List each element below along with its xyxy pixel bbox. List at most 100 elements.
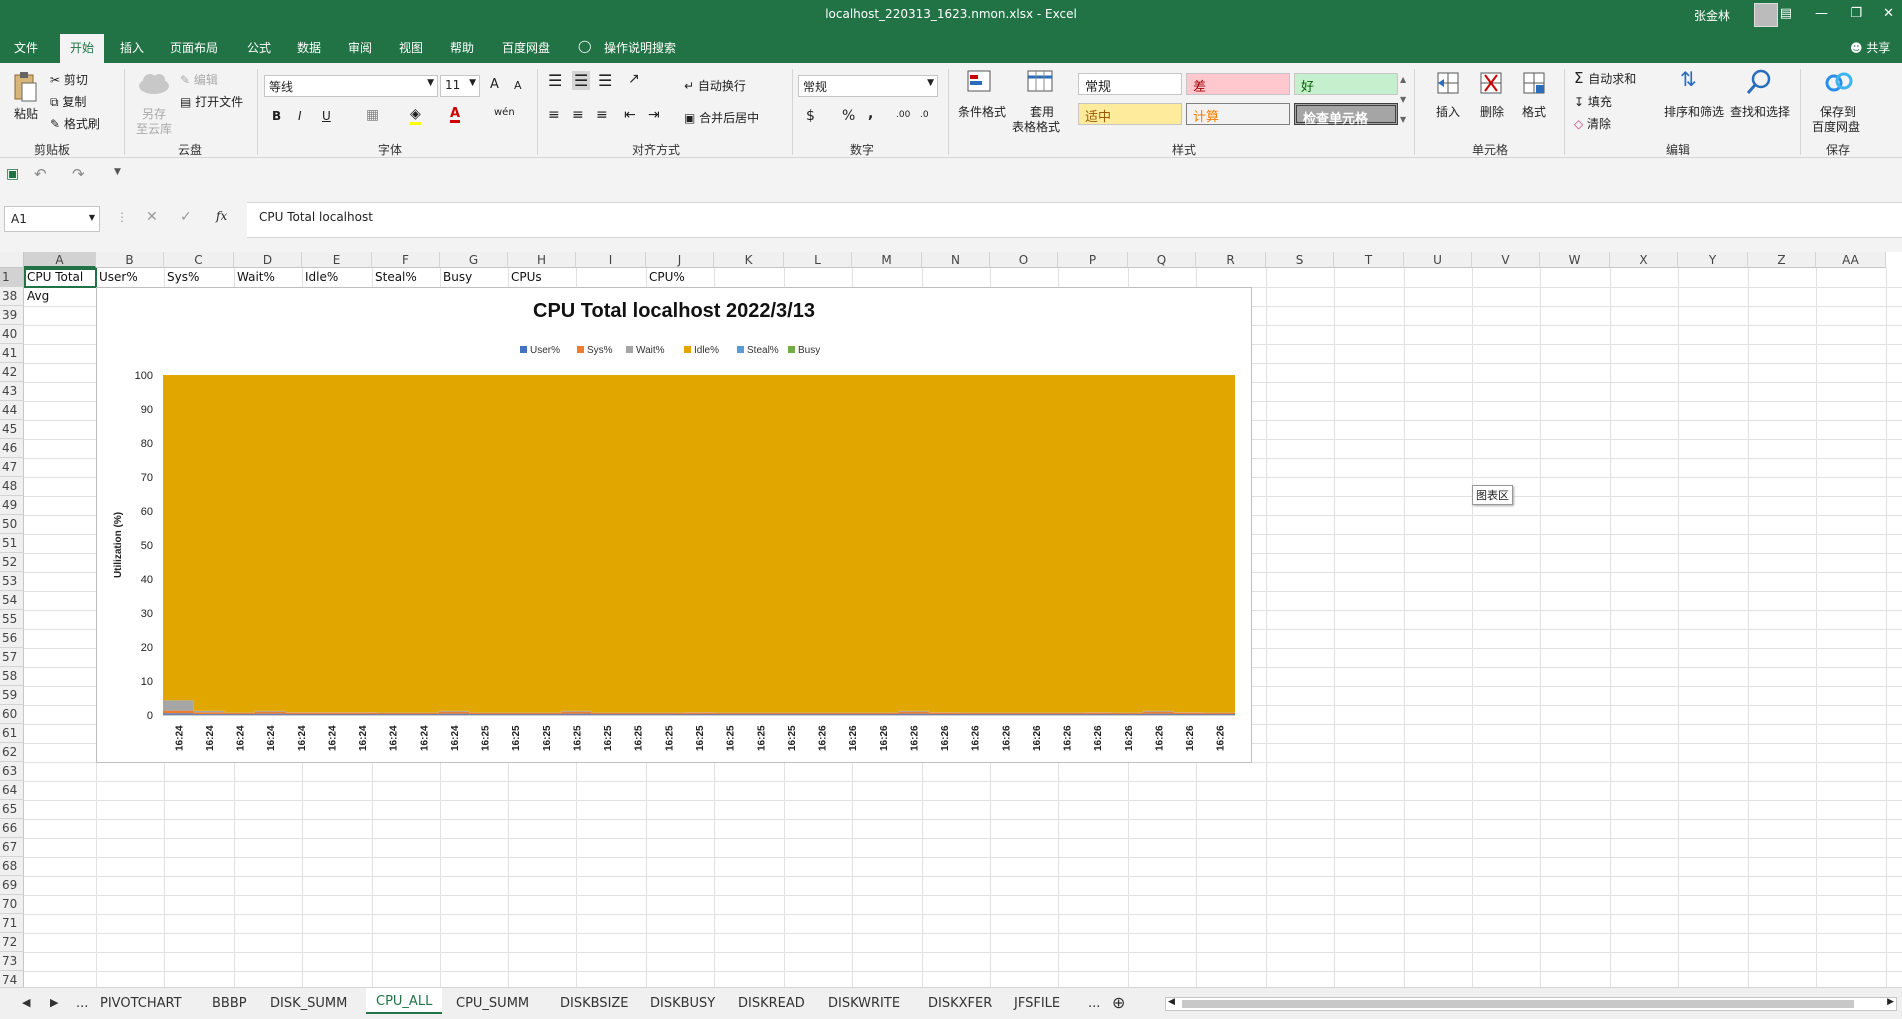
sheet-tab-diskbsize[interactable]: DISKBSIZE [560,996,629,1011]
sheet-tab-bbbp[interactable]: BBBP [212,996,247,1011]
decrease-indent-icon[interactable]: ⇤ [624,107,636,123]
autosum-button[interactable]: Σ 自动求和 [1574,69,1636,87]
delete-cells-icon[interactable] [1479,69,1505,99]
search-icon[interactable] [1744,67,1774,97]
sheet-tab-jfsfile[interactable]: JFSFILE [1014,996,1060,1011]
styles-scroll-up-icon[interactable]: ▲ [1400,75,1406,84]
conditional-format-icon[interactable] [966,69,996,97]
format-cells-button[interactable]: 格式 [1522,103,1546,120]
row-header[interactable]: 39 [0,306,24,325]
tab-baidu[interactable]: 百度网盘 [502,39,550,56]
format-cells-icon[interactable] [1522,69,1548,99]
currency-button[interactable]: $ [806,108,815,124]
row-header[interactable]: 61 [0,724,24,743]
row-header[interactable]: 54 [0,591,24,610]
save-icon[interactable]: ▣ [6,166,19,182]
user-name[interactable]: 张金林 [1694,7,1730,24]
font-name-select[interactable]: 等线 ▼ [264,75,438,97]
minimize-icon[interactable]: — [1815,6,1828,21]
row-header[interactable]: 63 [0,762,24,781]
border-icon[interactable]: ▦ [366,107,379,123]
column-header[interactable]: B [96,252,164,268]
row-header[interactable]: 38 [0,287,24,306]
cell[interactable]: Idle% [305,270,338,284]
table-format-label-2[interactable]: 表格格式 [1012,118,1060,135]
more-sheets-right[interactable]: ... [1088,996,1100,1011]
row-header[interactable]: 64 [0,781,24,800]
column-header[interactable]: S [1266,252,1334,268]
tab-review[interactable]: 审阅 [348,39,372,56]
font-size-select[interactable]: 11 ▼ [440,75,480,97]
insert-cells-icon[interactable] [1436,69,1462,99]
sheet-tab-diskread[interactable]: DISKREAD [738,996,805,1011]
row-header[interactable]: 59 [0,686,24,705]
table-format-icon[interactable] [1026,69,1056,97]
row-header[interactable]: 41 [0,344,24,363]
increase-indent-icon[interactable]: ⇥ [648,107,660,123]
column-header[interactable]: F [372,252,440,268]
align-bottom-icon[interactable]: ☰ [598,71,612,90]
column-header[interactable]: V [1472,252,1540,268]
column-header[interactable]: L [784,252,852,268]
prev-sheet-icon[interactable]: ◀ [22,996,30,1009]
sheet-tab-disk_summ[interactable]: DISK_SUMM [270,996,347,1011]
bold-button[interactable]: B [272,109,281,123]
column-header[interactable]: N [922,252,990,268]
cell[interactable]: User% [99,270,138,284]
format-painter-button[interactable]: ✎ 格式刷 [50,115,100,132]
scroll-right-icon[interactable]: ▶ [1887,997,1894,1007]
row-header[interactable]: 74 [0,971,24,987]
insert-function-button[interactable]: fx [216,209,227,223]
row-header[interactable]: 45 [0,420,24,439]
underline-button[interactable]: U [322,109,331,123]
style-normal[interactable]: 常规 [1078,73,1182,95]
row-header[interactable]: 49 [0,496,24,515]
scroll-left-icon[interactable]: ◀ [1168,997,1175,1007]
row-header[interactable]: 48 [0,477,24,496]
ribbon-display-icon[interactable]: ▤ [1780,6,1792,21]
conditional-format-button[interactable]: 条件格式 [958,103,1006,120]
tab-file[interactable]: 文件 [14,39,38,56]
orientation-icon[interactable]: ↗ [628,71,640,87]
column-header[interactable]: I [576,252,646,268]
clear-button[interactable]: ◇ 清除 [1574,115,1611,132]
fill-color-icon[interactable]: ◈ [410,106,421,125]
row-header[interactable]: 55 [0,610,24,629]
restore-icon[interactable]: ❐ [1850,6,1862,21]
row-header[interactable]: 71 [0,914,24,933]
row-header[interactable]: 73 [0,952,24,971]
column-header[interactable]: O [990,252,1058,268]
baidu-netdisk-icon[interactable] [1824,69,1854,95]
cell[interactable]: CPU% [649,270,685,284]
open-file-button[interactable]: ▤ 打开文件 [180,93,243,110]
sheet-tab-pivotchart[interactable]: PIVOTCHART [100,996,182,1011]
name-box[interactable]: A1 ▼ [4,206,100,232]
shrink-font-button[interactable]: A [514,79,522,92]
row-header[interactable]: 51 [0,534,24,553]
decrease-decimal-button[interactable]: .0 [920,110,929,120]
sheet-tab-cpu_summ[interactable]: CPU_SUMM [456,996,529,1011]
style-check-cell[interactable]: 检查单元格 [1294,103,1398,127]
cell[interactable]: CPUs [511,270,542,284]
delete-cells-button[interactable]: 删除 [1480,103,1504,120]
style-neutral[interactable]: 适中 [1078,103,1182,125]
cell[interactable]: Steal% [375,270,417,284]
sheet-tab-diskbusy[interactable]: DISKBUSY [650,996,715,1011]
edit-cloud-button[interactable]: ✎ 编辑 [180,71,218,88]
paste-button[interactable]: 粘贴 [14,105,38,122]
share-button[interactable]: ☻ 共享 [1850,39,1890,56]
align-middle-icon[interactable]: ☰ [572,71,591,90]
merge-center-button[interactable]: ▣ 合并后居中 [684,109,759,126]
avatar[interactable] [1754,3,1778,27]
row-header[interactable]: 53 [0,572,24,591]
column-header[interactable]: W [1540,252,1610,268]
sheet-tab-cpu_all[interactable]: CPU_ALL [366,988,443,1014]
comma-button[interactable]: , [868,106,873,122]
row-header[interactable]: 56 [0,629,24,648]
align-center-icon[interactable]: ≡ [572,107,584,123]
insert-cells-button[interactable]: 插入 [1436,103,1460,120]
styles-more-icon[interactable]: ▼ [1400,115,1406,124]
sheet-tab-diskxfer[interactable]: DISKXFER [928,996,992,1011]
column-header[interactable]: AA [1816,252,1886,268]
styles-scroll-down-icon[interactable]: ▼ [1400,95,1406,104]
